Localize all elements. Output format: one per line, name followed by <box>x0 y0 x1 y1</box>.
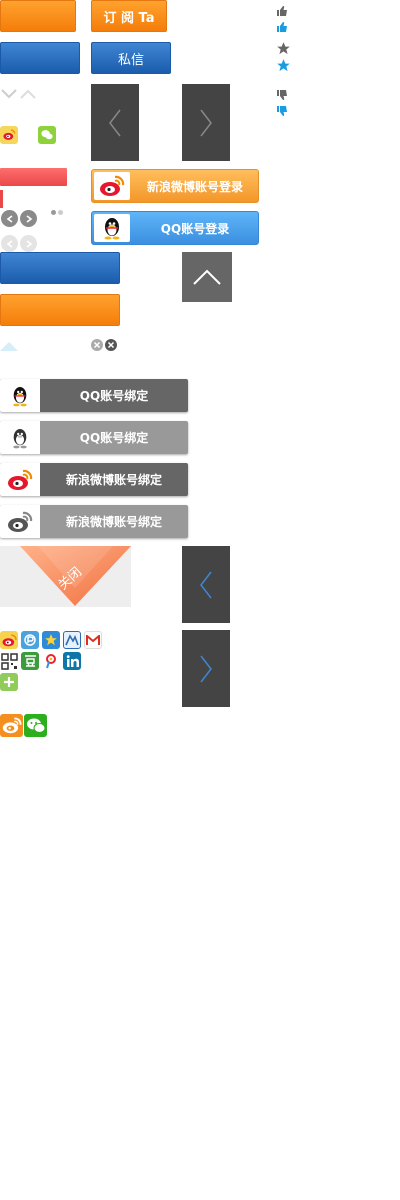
carousel-dot-active[interactable] <box>51 210 56 215</box>
close-circle-light-icon[interactable] <box>91 336 103 351</box>
weibo-bind-icon-box <box>0 505 40 538</box>
qq-login-label: QQ账号登录 <box>160 221 230 236</box>
weibo-small-icon[interactable] <box>0 126 18 144</box>
red-bar <box>0 168 67 186</box>
tqq-share-icon[interactable] <box>42 652 60 670</box>
chevron-down-icon[interactable] <box>1 84 17 99</box>
qq-login-icon-box <box>94 214 130 242</box>
wechat-large-icon[interactable] <box>24 714 47 737</box>
weibo-login-label: 新浪微博账号登录 <box>146 179 243 194</box>
orange-button-blank[interactable] <box>0 0 76 32</box>
qq-bind-label: QQ账号绑定 <box>79 389 149 403</box>
more-share-icon[interactable] <box>0 673 18 691</box>
weibo-gray-icon <box>8 511 33 532</box>
qq-bind-button-light[interactable]: QQ账号绑定 <box>0 421 188 454</box>
carousel-prev-button[interactable] <box>1 210 18 227</box>
message-button[interactable]: 私信 <box>91 42 171 74</box>
weibo-bind-label: 新浪微博账号绑定 <box>65 473 162 487</box>
weibo-bind-label: 新浪微博账号绑定 <box>65 515 162 529</box>
orange-wide-button[interactable] <box>0 294 120 326</box>
douban-share-icon[interactable] <box>21 652 39 670</box>
weibo-login-icon-box <box>94 172 130 200</box>
prev-panel-button-2[interactable] <box>182 546 230 623</box>
carousel-dot[interactable] <box>58 210 63 215</box>
carousel-prev-disabled-button[interactable] <box>1 235 18 252</box>
thumbs-up-blue-icon[interactable] <box>276 18 288 32</box>
thumbs-down-gray-icon[interactable] <box>276 86 288 100</box>
subscribe-button[interactable]: 订 阅 Ta <box>91 0 167 32</box>
weibo-icon <box>100 175 125 196</box>
carousel-next-disabled-button[interactable] <box>20 235 37 252</box>
qq-bind-icon-box <box>0 421 40 454</box>
blue-button-blank[interactable] <box>0 42 80 74</box>
qq-bind-button-dark[interactable]: QQ账号绑定 <box>0 379 188 412</box>
back-to-top-button[interactable] <box>182 252 232 302</box>
caret-up-icon <box>0 336 18 351</box>
qq-penguin-icon <box>13 386 27 406</box>
chevron-left-icon <box>109 109 121 136</box>
thumbs-up-gray-icon[interactable] <box>276 2 288 16</box>
red-sliver <box>0 190 3 208</box>
close-ribbon-panel[interactable]: 关闭 <box>0 546 131 607</box>
prev-panel-button[interactable] <box>91 84 139 161</box>
next-panel-button[interactable] <box>182 84 230 161</box>
wechat-small-icon[interactable] <box>38 126 56 144</box>
weibo-share-icon[interactable] <box>0 631 18 649</box>
gmail-share-icon[interactable] <box>84 631 102 649</box>
chevron-left-icon <box>6 214 12 223</box>
chevron-up-icon <box>193 269 221 285</box>
star-gray-icon[interactable] <box>276 41 291 56</box>
chevron-right-icon <box>200 655 212 682</box>
carousel-next-button[interactable] <box>20 210 37 227</box>
qq-bind-icon-box <box>0 379 40 412</box>
chevron-right-icon <box>26 239 32 248</box>
blue-wide-button[interactable] <box>0 252 120 284</box>
thumbs-down-blue-icon[interactable] <box>276 102 288 116</box>
qq-login-button[interactable]: QQ账号登录 <box>91 211 259 245</box>
chevron-left-icon <box>200 571 212 598</box>
linkedin-share-icon[interactable] <box>63 652 81 670</box>
weibo-large-icon[interactable] <box>0 714 23 737</box>
qrcode-share-icon[interactable] <box>0 652 18 670</box>
qq-penguin-gray-icon <box>13 428 27 448</box>
weibo-login-button[interactable]: 新浪微博账号登录 <box>91 169 259 203</box>
qq-bind-label: QQ账号绑定 <box>79 431 149 445</box>
weibo-bind-icon-box <box>0 463 40 496</box>
next-panel-button-2[interactable] <box>182 630 230 707</box>
favorite-share-icon[interactable] <box>42 631 60 649</box>
weibo-bind-button-light[interactable]: 新浪微博账号绑定 <box>0 505 188 538</box>
chevron-right-icon <box>200 109 212 136</box>
chevron-right-icon <box>26 214 32 223</box>
close-circle-dark-icon[interactable] <box>105 336 117 351</box>
star-blue-icon[interactable] <box>276 58 291 73</box>
weibo-bind-button-dark[interactable]: 新浪微博账号绑定 <box>0 463 188 496</box>
chevron-left-icon <box>6 239 12 248</box>
chevron-up-icon[interactable] <box>20 84 36 99</box>
weibo-icon <box>8 469 33 490</box>
qzone-share-icon[interactable] <box>21 631 39 649</box>
renren-share-icon[interactable] <box>63 631 81 649</box>
qq-penguin-icon <box>104 218 120 240</box>
